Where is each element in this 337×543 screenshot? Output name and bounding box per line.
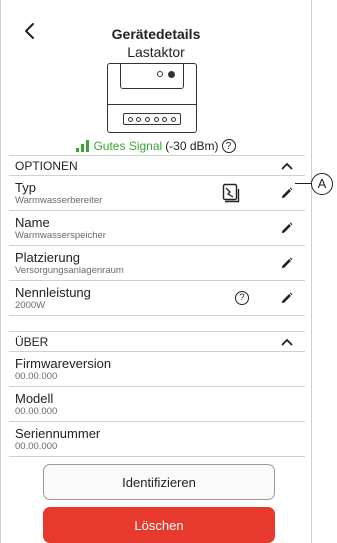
callout-leader-line: [295, 183, 312, 184]
section-title-options: OPTIONEN: [15, 159, 78, 173]
device-details-screen: Gerätedetails Lastaktor Gutes Signal (-3…: [0, 0, 312, 543]
option-row-type[interactable]: Typ Warmwasserbereiter: [9, 176, 305, 211]
chevron-up-icon[interactable]: [281, 336, 293, 348]
callout-marker: A: [311, 173, 333, 195]
option-value: Warmwasserbereiter: [15, 195, 103, 206]
about-value: 00.00.000: [15, 441, 58, 452]
signal-bars-icon: [76, 140, 90, 152]
water-heater-icon: [222, 183, 240, 203]
signal-status: Gutes Signal (-30 dBm) ?: [1, 137, 311, 155]
option-row-placement[interactable]: Platzierung Versorgungsanlagenraum: [9, 246, 305, 281]
about-label: Seriennummer: [15, 426, 101, 441]
signal-strength-value: (-30 dBm): [165, 139, 219, 153]
option-row-name[interactable]: Name Warmwasserspeicher: [9, 211, 305, 246]
section-header-about[interactable]: ÜBER: [9, 331, 305, 352]
chevron-up-icon[interactable]: [281, 160, 293, 172]
page-title: Gerätedetails: [111, 26, 201, 42]
option-row-rated-power[interactable]: Nennleistung 2000W ?: [9, 281, 305, 316]
pencil-icon[interactable]: [280, 257, 293, 270]
option-label: Name: [15, 215, 50, 230]
device-led-filled: [168, 71, 175, 78]
device-led-outline: [157, 71, 163, 77]
pencil-icon[interactable]: [280, 187, 293, 200]
option-value: Versorgungsanlagenraum: [15, 265, 124, 276]
pencil-icon[interactable]: [280, 222, 293, 235]
device-divider: [108, 104, 196, 105]
option-label: Nennleistung: [15, 285, 91, 300]
device-terminals: [123, 113, 181, 125]
option-label: Platzierung: [15, 250, 81, 265]
page-subtitle: Lastaktor: [127, 44, 185, 60]
section-header-options[interactable]: OPTIONEN: [9, 155, 305, 176]
about-row-serial: Seriennummer 00.00.000: [9, 422, 305, 457]
about-label: Modell: [15, 391, 54, 406]
about-label: Firmwareversion: [15, 356, 112, 371]
section-title-about: ÜBER: [15, 335, 49, 349]
delete-button[interactable]: Löschen: [43, 507, 275, 543]
pencil-icon[interactable]: [280, 292, 293, 305]
about-row-firmware: Firmwareversion 00.00.000: [9, 352, 305, 387]
about-value: 00.00.000: [15, 371, 58, 382]
identify-button[interactable]: Identifizieren: [43, 464, 275, 500]
option-value: Warmwasserspeicher: [15, 230, 106, 241]
help-circle-icon[interactable]: ?: [221, 139, 236, 153]
option-value: 2000W: [15, 300, 46, 311]
about-value: 00.00.000: [15, 406, 58, 417]
signal-quality: Gutes Signal: [93, 139, 163, 153]
option-label: Typ: [15, 180, 36, 195]
help-circle-icon[interactable]: ?: [235, 291, 249, 305]
load-actuator-device-icon: [107, 63, 197, 133]
about-row-model: Modell 00.00.000: [9, 387, 305, 422]
device-upper-panel: [120, 63, 184, 89]
